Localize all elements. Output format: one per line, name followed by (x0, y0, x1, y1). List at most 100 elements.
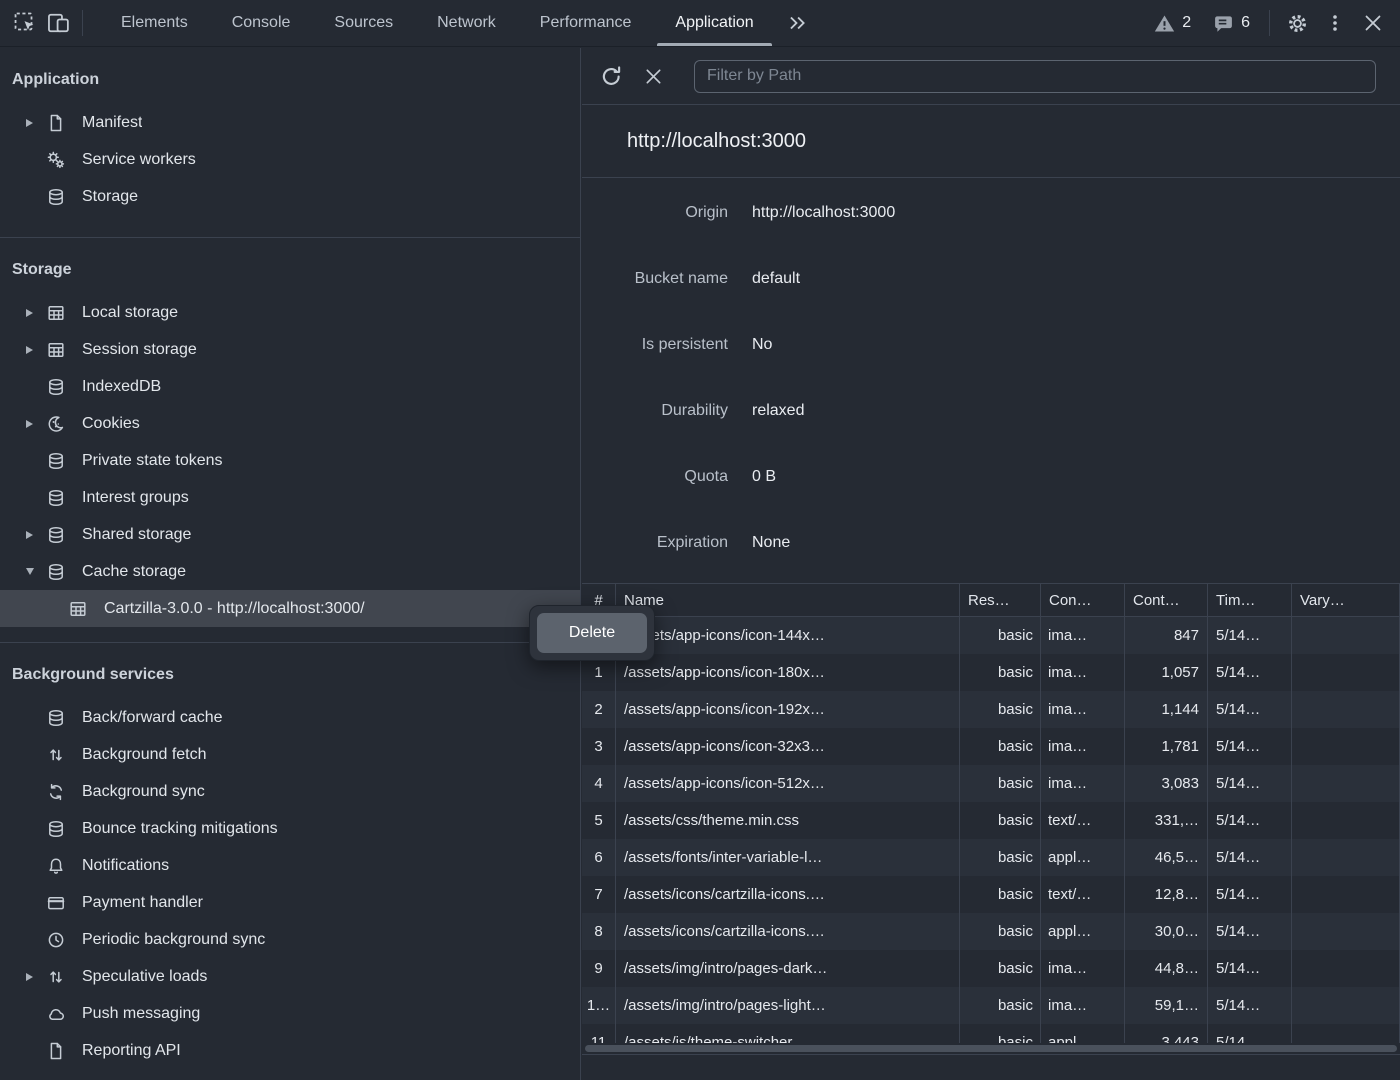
cell-cont[interactable]: 1,781 (1125, 728, 1208, 765)
cell-res[interactable]: basic (960, 765, 1041, 802)
sidebar-item-periodic-background-sync[interactable]: Periodic background sync (0, 921, 580, 958)
cell-tim[interactable]: 5/14… (1208, 913, 1292, 950)
sidebar-item-shared-storage[interactable]: Shared storage (0, 516, 580, 553)
cell-name[interactable]: /assets/fonts/inter-variable-l… (616, 839, 960, 876)
cell-tim[interactable]: 5/14… (1208, 876, 1292, 913)
cell-vary[interactable] (1292, 876, 1400, 913)
sidebar-item-indexeddb[interactable]: IndexedDB (0, 368, 580, 405)
horizontal-scrollbar[interactable] (582, 1043, 1400, 1055)
chevron-right-icon[interactable] (26, 973, 46, 981)
table-row[interactable]: 7/assets/icons/cartzilla-icons.…basictex… (582, 876, 1400, 913)
cell-name[interactable]: /assets/app-icons/icon-180x… (616, 654, 960, 691)
sidebar-item-back-forward-cache[interactable]: Back/forward cache (0, 699, 580, 736)
tab-sources[interactable]: Sources (312, 0, 415, 46)
cell-name[interactable]: /assets/icons/cartzilla-icons.… (616, 876, 960, 913)
sidebar-item-cache-storage[interactable]: Cache storage (0, 553, 580, 590)
cell-num[interactable]: 6 (582, 839, 616, 876)
more-tabs-icon[interactable] (776, 12, 818, 34)
cell-cont[interactable]: 847 (1125, 617, 1208, 654)
cell-cont[interactable]: 12,8… (1125, 876, 1208, 913)
cell-vary[interactable] (1292, 1024, 1400, 1043)
filter-by-path-input[interactable] (694, 60, 1376, 93)
tab-elements[interactable]: Elements (99, 0, 210, 46)
cell-vary[interactable] (1292, 802, 1400, 839)
cell-vary[interactable] (1292, 617, 1400, 654)
sidebar-item-background-fetch[interactable]: Background fetch (0, 736, 580, 773)
cell-con[interactable]: ima… (1041, 987, 1125, 1024)
sidebar-item-storage[interactable]: Storage (0, 178, 580, 215)
kebab-menu-icon[interactable] (1318, 6, 1352, 40)
sidebar-item-private-state-tokens[interactable]: Private state tokens (0, 442, 580, 479)
cell-name[interactable]: /assets/app-icons/icon-512x… (616, 765, 960, 802)
cell-con[interactable]: ima… (1041, 950, 1125, 987)
cell-con[interactable]: ima… (1041, 765, 1125, 802)
cell-num[interactable]: 5 (582, 802, 616, 839)
cell-tim[interactable]: 5/14… (1208, 987, 1292, 1024)
cell-con[interactable]: appl… (1041, 1024, 1125, 1043)
sidebar-item-push-messaging[interactable]: Push messaging (0, 995, 580, 1032)
cell-tim[interactable]: 5/14… (1208, 617, 1292, 654)
cell-cont[interactable]: 59,1… (1125, 987, 1208, 1024)
chevron-right-icon[interactable] (26, 119, 46, 127)
sidebar-item-notifications[interactable]: Notifications (0, 847, 580, 884)
cell-res[interactable]: basic (960, 913, 1041, 950)
cell-tim[interactable]: 5/14… (1208, 691, 1292, 728)
sidebar-item-manifest[interactable]: Manifest (0, 104, 580, 141)
sidebar-item-payment-handler[interactable]: Payment handler (0, 884, 580, 921)
tab-application[interactable]: Application (653, 0, 775, 46)
sidebar-item-background-sync[interactable]: Background sync (0, 773, 580, 810)
cell-con[interactable]: ima… (1041, 617, 1125, 654)
scrollbar-thumb[interactable] (585, 1045, 1397, 1052)
cell-res[interactable]: basic (960, 1024, 1041, 1043)
cell-con[interactable]: ima… (1041, 728, 1125, 765)
settings-gear-icon[interactable] (1280, 6, 1314, 40)
tab-performance[interactable]: Performance (518, 0, 654, 46)
cell-res[interactable]: basic (960, 802, 1041, 839)
cell-num[interactable]: 9 (582, 950, 616, 987)
cell-num[interactable]: 3 (582, 728, 616, 765)
cell-name[interactable]: /assets/app-icons/icon-192x… (616, 691, 960, 728)
table-row[interactable]: 11/assets/js/theme-switcher…basicappl…3,… (582, 1024, 1400, 1043)
cell-name[interactable]: /assets/app-icons/icon-32x3… (616, 728, 960, 765)
cell-tim[interactable]: 5/14… (1208, 802, 1292, 839)
table-row[interactable]: 5/assets/css/theme.min.cssbasictext/…331… (582, 802, 1400, 839)
cell-vary[interactable] (1292, 765, 1400, 802)
cell-cont[interactable]: 1,144 (1125, 691, 1208, 728)
table-row[interactable]: 9/assets/img/intro/pages-dark…basicima…4… (582, 950, 1400, 987)
cell-num[interactable]: 7 (582, 876, 616, 913)
column-header-vary[interactable]: Vary… (1292, 584, 1400, 616)
sidebar-item-speculative-loads[interactable]: Speculative loads (0, 958, 580, 995)
column-header-cont[interactable]: Cont… (1125, 584, 1208, 616)
cell-res[interactable]: basic (960, 987, 1041, 1024)
cell-num[interactable]: 2 (582, 691, 616, 728)
chevron-right-icon[interactable] (26, 346, 46, 354)
table-row[interactable]: 1/assets/app-icons/icon-180x…basicima…1,… (582, 654, 1400, 691)
chevron-right-icon[interactable] (26, 531, 46, 539)
device-toolbar-icon[interactable] (42, 6, 76, 40)
cell-num[interactable]: 1… (582, 987, 616, 1024)
cell-tim[interactable]: 5/14… (1208, 839, 1292, 876)
cell-con[interactable]: appl… (1041, 839, 1125, 876)
cell-name[interactable]: /assets/css/theme.min.css (616, 802, 960, 839)
table-row[interactable]: 1…/assets/img/intro/pages-light…basicima… (582, 987, 1400, 1024)
cell-num[interactable]: 8 (582, 913, 616, 950)
cell-num[interactable]: 11 (582, 1024, 616, 1043)
warnings-indicator[interactable]: 2 (1145, 13, 1200, 34)
cell-vary[interactable] (1292, 913, 1400, 950)
cell-vary[interactable] (1292, 728, 1400, 765)
chevron-down-icon[interactable] (26, 568, 46, 575)
cell-res[interactable]: basic (960, 839, 1041, 876)
sidebar-item-cookies[interactable]: Cookies (0, 405, 580, 442)
cell-cont[interactable]: 3,083 (1125, 765, 1208, 802)
cell-name[interactable]: /assets/icons/cartzilla-icons.… (616, 913, 960, 950)
cell-vary[interactable] (1292, 654, 1400, 691)
column-header-name[interactable]: Name (616, 584, 960, 616)
cell-tim[interactable]: 5/14… (1208, 728, 1292, 765)
cell-res[interactable]: basic (960, 617, 1041, 654)
issues-indicator[interactable]: 6 (1204, 13, 1259, 34)
cell-con[interactable]: appl… (1041, 913, 1125, 950)
delete-menu-item[interactable]: Delete (537, 613, 647, 653)
cell-num[interactable]: 4 (582, 765, 616, 802)
chevron-right-icon[interactable] (26, 420, 46, 428)
column-header-con[interactable]: Con… (1041, 584, 1125, 616)
